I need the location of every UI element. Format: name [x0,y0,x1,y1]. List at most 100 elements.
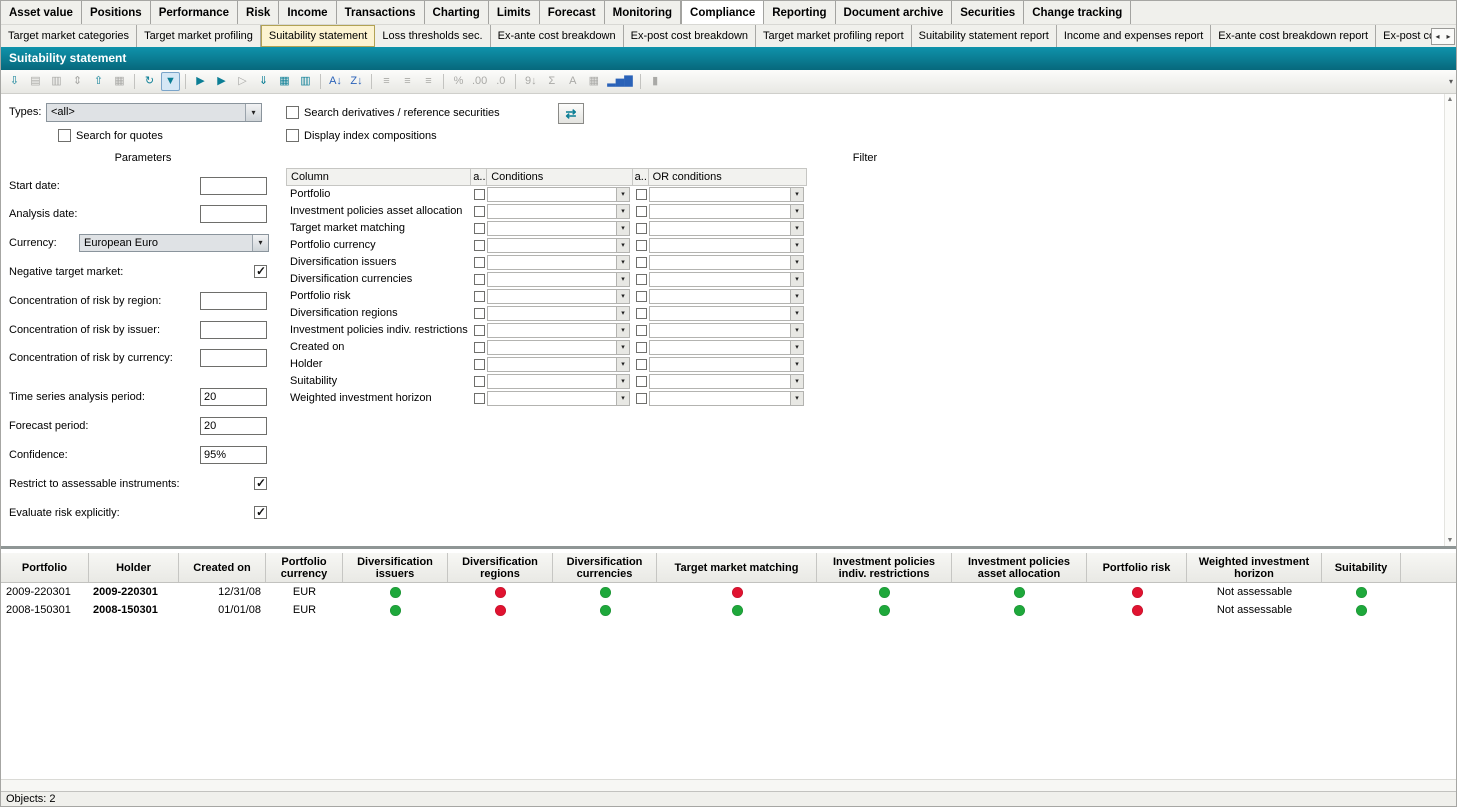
sub-tab-income-and-expenses-report[interactable]: Income and expenses report [1057,25,1211,47]
tab-scroll-right-icon[interactable]: ▸ [1443,29,1454,44]
table-row[interactable]: 2009-2203012009-22030112/31/08EURNot ass… [1,583,1456,601]
sort-descending-icon[interactable]: Z↓ [347,72,366,91]
restrict-assessable-checkbox[interactable] [254,477,267,490]
condition-dropdown[interactable]: ▾ [487,238,630,253]
results-header-diversification-issuers[interactable]: Diversification issuers [343,553,448,582]
display-index-compositions-checkbox[interactable] [286,129,299,142]
main-tab-reporting[interactable]: Reporting [764,1,835,24]
filter-or-checkbox[interactable] [636,393,647,404]
main-tab-forecast[interactable]: Forecast [540,1,605,24]
results-header-portfolio-currency[interactable]: Portfolio currency [266,553,343,582]
results-header-investment-policies-asset-allocation[interactable]: Investment policies asset allocation [952,553,1087,582]
filter-or-checkbox[interactable] [636,342,647,353]
sub-tab-ex-ante-cost-breakdown[interactable]: Ex-ante cost breakdown [491,25,624,47]
refresh-icon[interactable]: ↻ [140,72,159,91]
chart-icon[interactable]: ▂▅▇ [605,72,634,91]
condition-dropdown[interactable]: ▾ [487,204,630,219]
tab-scroll-left-icon[interactable]: ◂ [1432,29,1443,44]
or-condition-dropdown[interactable]: ▾ [649,357,804,372]
refresh-search-button[interactable]: ⇄ [558,103,584,124]
condition-dropdown[interactable]: ▾ [487,391,630,406]
filter-or-checkbox[interactable] [636,359,647,370]
results-header-investment-policies-indiv-restrictions[interactable]: Investment policies indiv. restrictions [817,553,952,582]
filter-or-checkbox[interactable] [636,240,647,251]
sub-tab-target-market-categories[interactable]: Target market categories [1,25,137,47]
filter-and-checkbox[interactable] [474,393,485,404]
or-condition-dropdown[interactable]: ▾ [649,374,804,389]
filter-or-checkbox[interactable] [636,274,647,285]
or-condition-dropdown[interactable]: ▾ [649,289,804,304]
scroll-down-icon[interactable]: ▼ [1447,536,1454,545]
import-icon[interactable]: ⇩ [5,72,24,91]
toolbar-overflow-icon[interactable]: ▾ [1449,70,1453,94]
sub-tab-target-market-profiling[interactable]: Target market profiling [137,25,261,47]
forecast-period-input[interactable] [200,417,267,435]
filter-and-checkbox[interactable] [474,291,485,302]
display-index-compositions-option[interactable]: Display index compositions [286,128,437,143]
currency-dropdown[interactable]: European Euro ▾ [79,234,269,252]
download-data-icon[interactable]: ⇓ [254,72,273,91]
run-selection-icon[interactable]: ▶ [212,72,231,91]
sub-tab-suitability-statement[interactable]: Suitability statement [261,25,375,47]
sub-tab-ex-post-cost-breakdown[interactable]: Ex-post cost breakdown [624,25,756,47]
filter-or-checkbox[interactable] [636,325,647,336]
sort-ascending-icon[interactable]: A↓ [326,72,345,91]
condition-dropdown[interactable]: ▾ [487,323,630,338]
condition-dropdown[interactable]: ▾ [487,255,630,270]
main-tab-compliance[interactable]: Compliance [681,1,764,24]
table-row[interactable]: 2008-1503012008-15030101/01/08EURNot ass… [1,601,1456,619]
condition-dropdown[interactable]: ▾ [487,221,630,236]
filter-or-checkbox[interactable] [636,308,647,319]
time-series-period-input[interactable] [200,388,267,406]
sub-tab-ex-post-cost-bre[interactable]: Ex-post cost bre [1376,25,1432,47]
condition-dropdown[interactable]: ▾ [487,289,630,304]
risk-currency-input[interactable] [200,349,267,367]
or-condition-dropdown[interactable]: ▾ [649,238,804,253]
search-for-quotes-option[interactable]: Search for quotes [58,128,163,143]
results-header-weighted-investment-horizon[interactable]: Weighted investment horizon [1187,553,1322,582]
main-tab-document-archive[interactable]: Document archive [836,1,953,24]
filter-and-checkbox[interactable] [474,240,485,251]
or-condition-dropdown[interactable]: ▾ [649,323,804,338]
export-icon[interactable]: ⇧ [89,72,108,91]
or-condition-dropdown[interactable]: ▾ [649,306,804,321]
main-tab-income[interactable]: Income [279,1,336,24]
run-icon[interactable]: ▶ [191,72,210,91]
main-tab-risk[interactable]: Risk [238,1,279,24]
filter-and-checkbox[interactable] [474,206,485,217]
filter-or-checkbox[interactable] [636,223,647,234]
filter-and-checkbox[interactable] [474,325,485,336]
main-tab-positions[interactable]: Positions [82,1,151,24]
main-tab-securities[interactable]: Securities [952,1,1024,24]
data-table-icon[interactable]: ▦ [275,72,294,91]
results-header-suitability[interactable]: Suitability [1322,553,1401,582]
search-for-quotes-checkbox[interactable] [58,129,71,142]
results-header-portfolio-risk[interactable]: Portfolio risk [1087,553,1187,582]
filter-and-checkbox[interactable] [474,376,485,387]
filter-and-checkbox[interactable] [474,189,485,200]
main-tab-transactions[interactable]: Transactions [337,1,425,24]
filter-and-checkbox[interactable] [474,342,485,353]
or-condition-dropdown[interactable]: ▾ [649,255,804,270]
filter-and-checkbox[interactable] [474,257,485,268]
results-header-target-market-matching[interactable]: Target market matching [657,553,817,582]
search-derivatives-option[interactable]: Search derivatives / reference securitie… [286,105,500,120]
negative-target-market-checkbox[interactable] [254,265,267,278]
filter-or-checkbox[interactable] [636,291,647,302]
results-header-created-on[interactable]: Created on [179,553,266,582]
filter-or-checkbox[interactable] [636,257,647,268]
or-condition-dropdown[interactable]: ▾ [649,272,804,287]
or-condition-dropdown[interactable]: ▾ [649,221,804,236]
risk-region-input[interactable] [200,292,267,310]
condition-dropdown[interactable]: ▾ [487,357,630,372]
filter-icon[interactable]: ▼ [161,72,180,91]
condition-dropdown[interactable]: ▾ [487,340,630,355]
condition-dropdown[interactable]: ▾ [487,306,630,321]
main-tab-performance[interactable]: Performance [151,1,238,24]
results-header-portfolio[interactable]: Portfolio [1,553,89,582]
filter-or-checkbox[interactable] [636,206,647,217]
filter-and-checkbox[interactable] [474,359,485,370]
vertical-scrollbar[interactable]: ▲ ▼ [1444,94,1455,546]
search-derivatives-checkbox[interactable] [286,106,299,119]
sub-tab-suitability-statement-report[interactable]: Suitability statement report [912,25,1057,47]
